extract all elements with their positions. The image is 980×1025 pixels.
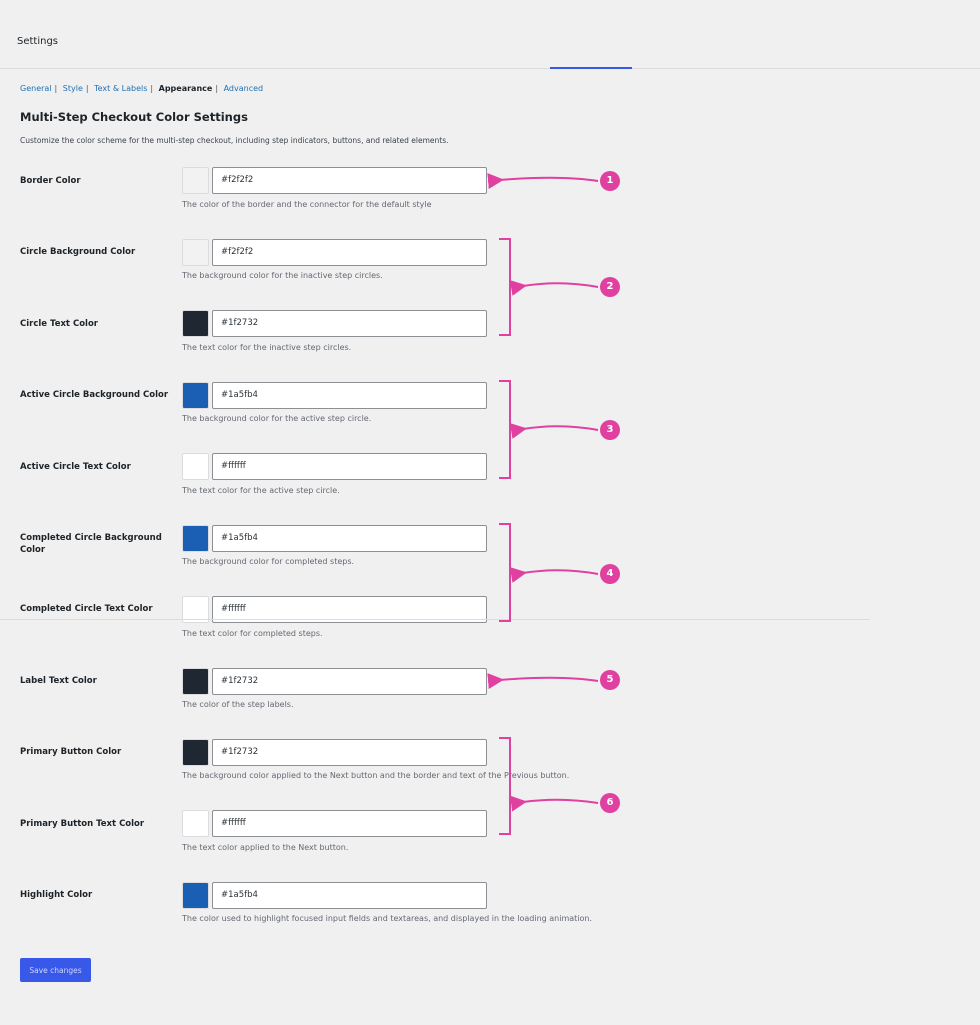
color-swatch-button[interactable] — [182, 239, 209, 266]
annotation-badge-3: 3 — [600, 420, 620, 440]
active-tab-indicator — [550, 67, 632, 69]
field-help: The text color for completed steps. — [182, 629, 323, 638]
field-help: The background color for completed steps… — [182, 557, 355, 566]
arrow-6 — [510, 795, 599, 812]
field-label: Active Circle Background Color — [20, 390, 169, 400]
save-changes-button[interactable]: Save changes — [20, 958, 91, 982]
field-label: Border Color — [20, 176, 81, 186]
hex-input[interactable]: #ffffff — [212, 453, 487, 480]
subnav-style[interactable]: Style — [63, 84, 83, 93]
subnav-separator: | — [150, 84, 154, 93]
hex-input[interactable]: #1a5fb4 — [212, 882, 487, 909]
bracket-3 — [499, 380, 511, 479]
subnav-separator: | — [215, 84, 219, 93]
arrow-4 — [509, 567, 599, 583]
field-help: The background color for the inactive st… — [182, 271, 383, 280]
settings-subnav: General | Style | Text & Labels | Appearanc… — [20, 84, 263, 93]
hex-input[interactable]: #1a5fb4 — [212, 525, 487, 552]
arrow-1 — [487, 173, 599, 189]
arrow-2 — [509, 280, 599, 296]
bracket-2 — [499, 238, 511, 336]
field-label: Completed Circle Text Color — [20, 604, 153, 614]
hex-input[interactable]: #1a5fb4 — [212, 382, 487, 409]
field-label: Circle Text Color — [20, 319, 98, 329]
subnav-text-labels[interactable]: Text & Labels — [94, 84, 147, 93]
color-swatch-button[interactable] — [182, 525, 209, 552]
field-help: The color used to highlight focused inpu… — [182, 914, 593, 923]
field-help: The color of the border and the connecto… — [182, 200, 432, 209]
annotation-badge-4: 4 — [600, 564, 620, 584]
section-title: Multi-Step Checkout Color Settings — [20, 110, 248, 124]
color-swatch-button[interactable] — [182, 453, 209, 480]
top-bar: Settings — [0, 0, 980, 69]
hex-input[interactable]: #f2f2f2 — [212, 167, 487, 194]
field-label: Circle Background Color — [20, 247, 136, 257]
field-help: The text color for the active step circl… — [182, 486, 340, 495]
annotation-badge-5: 5 — [600, 670, 620, 690]
field-label: Primary Button Text Color — [20, 819, 145, 829]
subnav-general[interactable]: General — [20, 84, 52, 93]
field-label: Completed Circle Background Color — [20, 533, 162, 555]
color-swatch-button[interactable] — [182, 739, 209, 766]
field-help: The color of the step labels. — [182, 700, 294, 709]
color-swatch-button[interactable] — [182, 668, 209, 695]
field-label: Active Circle Text Color — [20, 462, 131, 472]
hex-input[interactable]: #f2f2f2 — [212, 239, 487, 266]
field-help: The background color for the active step… — [182, 414, 372, 423]
field-help: The text color for the inactive step cir… — [182, 343, 352, 352]
bracket-4 — [499, 523, 511, 622]
annotation-badge-2: 2 — [600, 277, 620, 297]
field-label: Primary Button Color — [20, 747, 122, 757]
annotation-overlay — [487, 173, 599, 835]
hex-input[interactable]: #1f2732 — [212, 310, 487, 337]
color-swatch-button[interactable] — [182, 882, 209, 909]
arrow-3 — [509, 423, 599, 439]
field-help: The background color applied to the Next… — [182, 771, 570, 780]
color-swatch-button[interactable] — [182, 310, 209, 337]
arrow-5 — [487, 673, 599, 689]
page-title: Settings — [17, 36, 59, 47]
color-swatch-button[interactable] — [182, 810, 209, 837]
color-swatch-button[interactable] — [182, 167, 209, 194]
annotation-badge-1: 1 — [600, 171, 620, 191]
bracket-6 — [499, 737, 511, 835]
divider — [0, 619, 870, 620]
subnav-appearance[interactable]: Appearance — [159, 84, 213, 93]
color-swatch-button[interactable] — [182, 382, 209, 409]
subnav-separator: | — [54, 84, 58, 93]
annotation-badge-6: 6 — [600, 793, 620, 813]
hex-input[interactable]: #1f2732 — [212, 668, 487, 695]
subnav-advanced[interactable]: Advanced — [224, 84, 264, 93]
field-help: The text color applied to the Next butto… — [182, 843, 349, 852]
field-label: Highlight Color — [20, 890, 93, 900]
hex-input[interactable]: #ffffff — [212, 810, 487, 837]
section-description: Customize the color scheme for the multi… — [20, 136, 449, 145]
field-label: Label Text Color — [20, 676, 97, 686]
subnav-separator: | — [85, 84, 89, 93]
hex-input[interactable]: #1f2732 — [212, 739, 487, 766]
